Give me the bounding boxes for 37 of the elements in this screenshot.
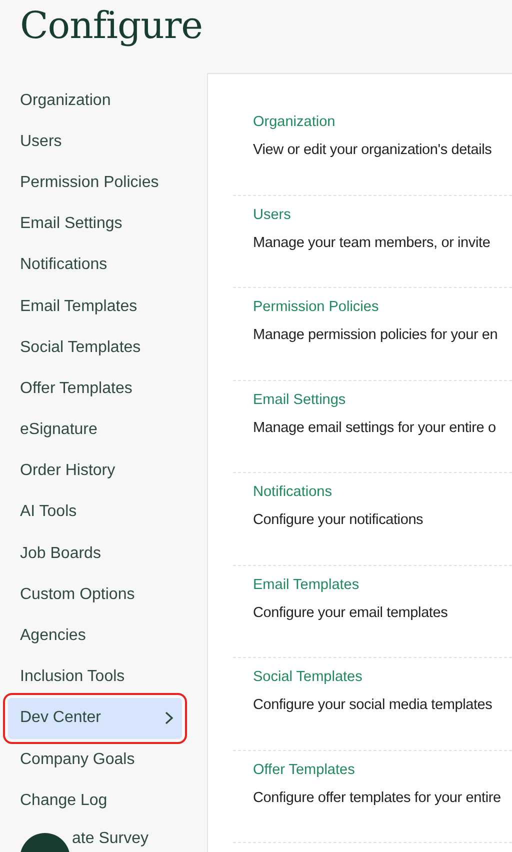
sidebar-item[interactable]: Dev Center: [8, 698, 182, 739]
page-title: Configure: [19, 3, 204, 49]
sidebar-item[interactable]: Order History: [8, 450, 182, 492]
sidebar-item[interactable]: Company Goals: [8, 739, 182, 780]
section-description: Manage your team members, or invite: [253, 234, 492, 250]
sidebar-item[interactable]: Permission Policies: [8, 162, 182, 204]
chevron-right-icon: [164, 711, 174, 726]
sidebar-item[interactable]: Change Log: [8, 780, 182, 822]
sidebar-item[interactable]: AI Tools: [8, 492, 182, 534]
sidebar-item[interactable]: Inclusion Tools: [8, 656, 182, 698]
section-description: View or edit your organization's details: [253, 142, 493, 158]
sidebar-item[interactable]: ate Survey: [8, 821, 182, 852]
sidebar-item[interactable]: eSignature: [8, 410, 182, 451]
sidebar-item[interactable]: Agencies: [8, 615, 182, 657]
section-description: Configure your notifications: [253, 512, 424, 528]
sidebar-item[interactable]: Job Boards: [8, 533, 182, 574]
section-description: Configure your email templates: [253, 604, 449, 620]
sidebar-item[interactable]: Offer Templates: [8, 368, 182, 410]
section-link[interactable]: Permission Policies: [253, 299, 379, 315]
section-description: Manage email settings for your entire o: [253, 420, 497, 436]
sidebar-item[interactable]: Users: [8, 121, 182, 162]
section-link[interactable]: Social Templates: [253, 669, 362, 685]
section-link[interactable]: Organization: [253, 114, 336, 130]
sidebar-item[interactable]: Organization: [8, 80, 182, 122]
section-link[interactable]: Email Settings: [253, 392, 346, 408]
section-link[interactable]: Offer Templates: [253, 762, 355, 778]
sidebar-item[interactable]: Email Settings: [8, 204, 182, 245]
section-link[interactable]: Notifications: [253, 484, 332, 500]
sidebar-item[interactable]: Custom Options: [8, 574, 182, 616]
sidebar-item[interactable]: Social Templates: [8, 327, 182, 368]
section-description: Manage permission policies for your en: [253, 327, 499, 343]
section-link[interactable]: Users: [253, 206, 291, 222]
sidebar-item[interactable]: Email Templates: [8, 286, 182, 328]
section-description: Configure your social media templates: [253, 697, 494, 713]
sidebar-item[interactable]: Notifications: [8, 244, 182, 286]
section-description: Configure offer templates for your entire: [253, 790, 502, 806]
section-link[interactable]: Email Templates: [253, 576, 360, 592]
